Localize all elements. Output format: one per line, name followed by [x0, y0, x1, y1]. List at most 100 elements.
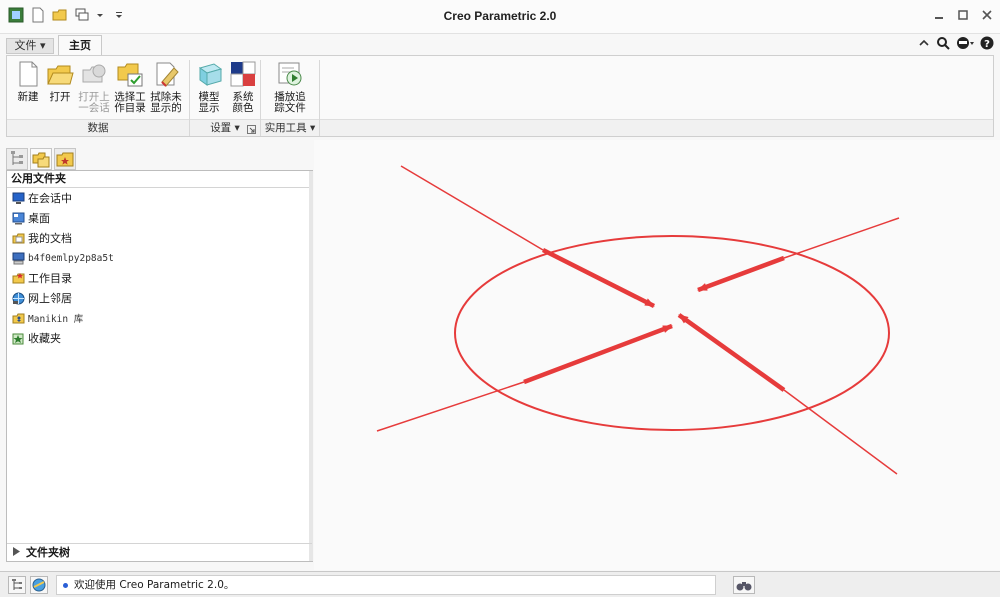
- nav-item-working-directory[interactable]: 工作目录: [7, 268, 312, 288]
- community-icon[interactable]: [956, 36, 974, 53]
- monitor-icon: [12, 192, 25, 205]
- annotation-arrow: [697, 255, 785, 293]
- window-controls: [934, 10, 992, 20]
- favorites-folder-icon: [56, 152, 74, 167]
- system-colors-button[interactable]: 系统 颜色: [226, 60, 260, 114]
- desktop-icon: [12, 212, 25, 225]
- ribbon-panel: 新建 打开 打开上 一会话 选择工 作目录 拭除未 显示的 数据 模型 显示 系…: [6, 55, 994, 137]
- group-utilities: 播放追 踪文件 实用工具 ▾: [261, 56, 319, 136]
- navigator-icon: [12, 579, 22, 590]
- last-session-icon: [80, 60, 108, 88]
- manikin-library-icon: [12, 312, 25, 325]
- find-button[interactable]: [733, 576, 755, 594]
- window-title: Creo Parametric 2.0: [443, 9, 557, 23]
- nav-item-my-documents[interactable]: 我的文档: [7, 228, 312, 248]
- group-settings-text: 设置: [210, 122, 232, 134]
- model-display-icon: [195, 60, 223, 88]
- nav-item-manikin-library[interactable]: Manikin 库: [7, 308, 312, 328]
- tab-favorites[interactable]: [54, 148, 76, 170]
- new-label: 新建: [17, 91, 39, 103]
- open-last-session-button[interactable]: 打开上 一会话: [77, 60, 111, 114]
- new-button[interactable]: 新建: [11, 60, 45, 103]
- model-display-label-2: 显示: [198, 102, 220, 114]
- eraser-icon: [152, 60, 180, 88]
- info-bullet-icon: [63, 582, 68, 588]
- nav-item-desktop[interactable]: 桌面: [7, 208, 312, 228]
- open-folder-icon: [46, 60, 74, 88]
- tab-file-label: 文件: [14, 39, 37, 52]
- nav-item-label: Manikin 库: [28, 314, 84, 325]
- group-data: 新建 打开 打开上 一会话 选择工 作目录 拭除未 显示的 数据: [7, 56, 189, 136]
- common-folders-header: 公用文件夹: [7, 171, 312, 188]
- binoculars-icon: [736, 582, 752, 591]
- close-icon[interactable]: [982, 10, 992, 20]
- navigator-scrollbar[interactable]: [309, 171, 313, 561]
- minimize-icon[interactable]: [934, 10, 944, 20]
- title-bar: Creo Parametric 2.0: [0, 0, 1000, 34]
- documents-folder-icon: [12, 232, 25, 245]
- help-area: ?: [918, 36, 994, 53]
- annotation-arrow-line: [376, 381, 525, 432]
- annotation-overlay: [376, 165, 900, 475]
- graphics-area[interactable]: [314, 140, 1000, 570]
- nav-item-label: 网上邻居: [28, 292, 72, 305]
- group-settings: 模型 显示 系统 颜色 设置 ▾: [190, 56, 260, 136]
- navigator-tabs: [6, 148, 76, 170]
- collapse-ribbon-icon[interactable]: [918, 36, 930, 53]
- folder-navigator: 公用文件夹 在会话中 桌面 我的文档 b4f0emlpy2p8a5t 工作目录 …: [6, 170, 313, 562]
- open-button[interactable]: 打开: [43, 60, 77, 103]
- toggle-navigator-button[interactable]: [8, 576, 26, 594]
- group-settings-label[interactable]: 设置 ▾: [190, 119, 260, 136]
- network-icon: [12, 292, 25, 305]
- group-utilities-text: 实用工具: [264, 122, 307, 134]
- group-utilities-label[interactable]: 实用工具 ▾: [261, 119, 319, 136]
- erase-label-2: 显示的: [150, 102, 182, 114]
- expand-triangle-icon: [13, 544, 20, 561]
- model-display-button[interactable]: 模型 显示: [192, 60, 226, 114]
- play-trail-file-button[interactable]: 播放追 踪文件: [273, 60, 307, 114]
- ribbon-empty-label-strip: [320, 119, 993, 136]
- search-icon[interactable]: [936, 36, 950, 53]
- status-message: 欢迎使用 Creo Parametric 2.0。: [74, 579, 235, 591]
- annotation-arrow-line: [400, 165, 544, 251]
- tab-model-tree[interactable]: [6, 148, 28, 170]
- annotation-arrow-line: [783, 217, 900, 259]
- nav-item-network[interactable]: 网上邻居: [7, 288, 312, 308]
- system-colors-icon: [229, 60, 257, 88]
- folder-tree-label: 文件夹树: [26, 546, 70, 559]
- folder-browser-icon: [32, 152, 50, 168]
- ribbon-tabs: 文件 ▾ 主页 ?: [0, 34, 1000, 56]
- nav-item-label: 收藏夹: [28, 332, 61, 345]
- playback-label-2: 踪文件: [274, 102, 306, 114]
- message-area: 欢迎使用 Creo Parametric 2.0。: [56, 575, 716, 595]
- system-colors-label-2: 颜色: [232, 102, 254, 114]
- nav-item-label: 我的文档: [28, 232, 72, 245]
- new-document-icon: [14, 60, 42, 88]
- nav-item-label: 在会话中: [28, 192, 72, 205]
- toggle-browser-button[interactable]: [30, 576, 48, 594]
- tab-folder-browser[interactable]: [30, 148, 52, 170]
- nav-item-label: b4f0emlpy2p8a5t: [28, 252, 114, 264]
- nav-item-in-session[interactable]: 在会话中: [7, 188, 312, 208]
- select-working-directory-button[interactable]: 选择工 作目录: [113, 60, 147, 114]
- nav-item-computer[interactable]: b4f0emlpy2p8a5t: [7, 248, 312, 268]
- folder-tree-toggle[interactable]: 文件夹树: [7, 543, 312, 561]
- dialog-launcher-icon[interactable]: [247, 123, 256, 139]
- favorites-icon: [12, 332, 25, 345]
- play-trail-icon: [276, 60, 304, 88]
- annotation-arrow: [523, 323, 673, 385]
- working-directory-icon: [12, 272, 25, 285]
- select-wd-label-2: 作目录: [114, 102, 146, 114]
- tab-file[interactable]: 文件 ▾: [6, 38, 54, 54]
- nav-item-label: 工作目录: [28, 272, 72, 285]
- tab-home[interactable]: 主页: [58, 35, 102, 56]
- model-tree-icon: [11, 151, 23, 165]
- computer-icon: [12, 252, 25, 265]
- nav-item-favorites[interactable]: 收藏夹: [7, 328, 312, 348]
- nav-item-label: 桌面: [28, 212, 50, 225]
- annotation-arrow: [541, 247, 656, 309]
- open-last-label-2: 一会话: [78, 102, 110, 114]
- erase-not-displayed-button[interactable]: 拭除未 显示的: [149, 60, 183, 114]
- help-icon[interactable]: ?: [980, 36, 994, 53]
- maximize-icon[interactable]: [958, 10, 968, 20]
